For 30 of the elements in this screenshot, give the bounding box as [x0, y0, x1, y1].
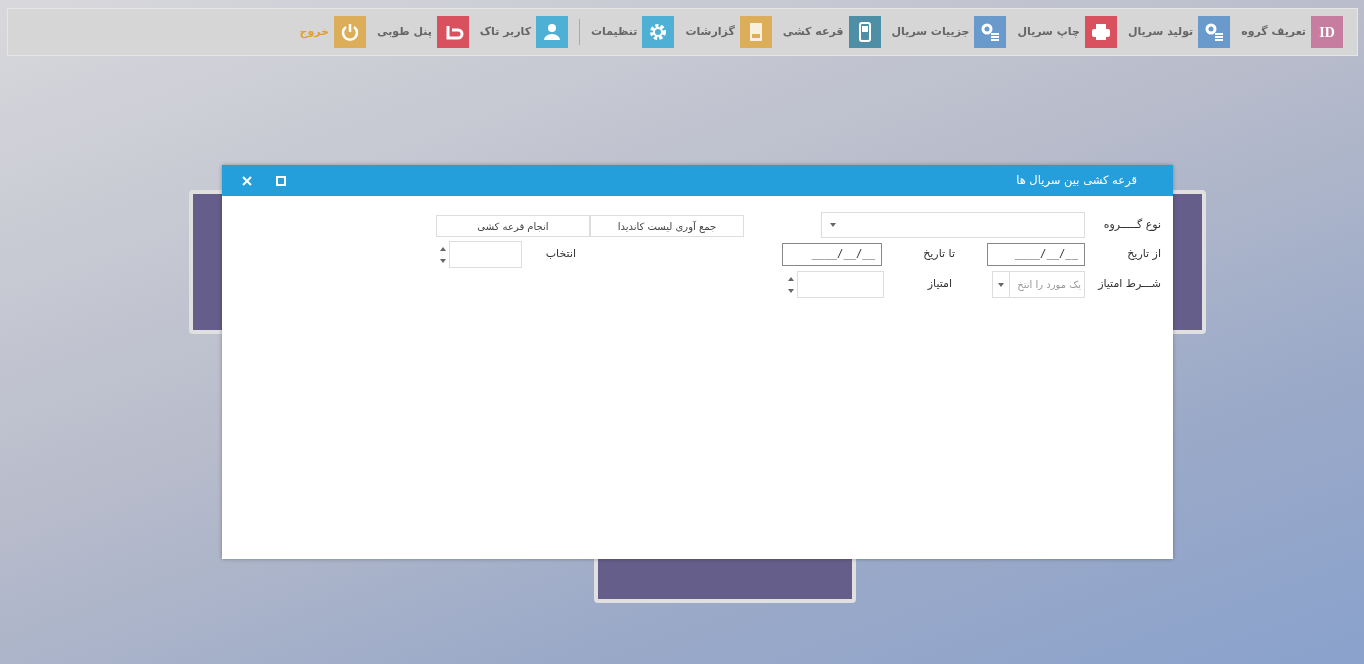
spinner-arrows-icon[interactable]: [788, 275, 794, 294]
toolbar-item[interactable]: چاپ سریال: [1017, 16, 1117, 48]
toolbar-item[interactable]: کاربر تاک: [479, 16, 569, 48]
dialog-title: قرعه کشی بین سریال ها: [1016, 171, 1137, 189]
date-field[interactable]: ____/__/__: [987, 243, 1085, 266]
caret-icon: [830, 223, 836, 227]
toolbar-item[interactable]: پنل طوبی: [377, 16, 469, 48]
number-field[interactable]: [797, 271, 884, 298]
field-label: انتخاب: [544, 246, 577, 263]
date-field[interactable]: ____/__/__: [782, 243, 882, 266]
toolbar-item[interactable]: تنظیمات: [591, 16, 675, 48]
close-icon: [242, 175, 252, 186]
id-card-icon: ID: [1311, 16, 1343, 48]
select-placeholder: یک مورد را انتخ: [1009, 272, 1084, 297]
maximize-icon: [276, 175, 286, 186]
score-condition-select[interactable]: یک مورد را انتخ: [992, 271, 1085, 298]
action-button[interactable]: انجام قرعه کشی: [436, 215, 590, 237]
toolbar-item[interactable]: تولید سریال: [1127, 16, 1231, 48]
field-label: از تاریخ: [1126, 246, 1161, 263]
number-field[interactable]: [449, 241, 522, 268]
field-label: امتیاز: [926, 276, 953, 293]
action-button[interactable]: جمع آوری لیست کاندیدا: [590, 215, 744, 237]
toolbar-item[interactable]: جزییات سریال: [891, 16, 1007, 48]
toolbar-item[interactable]: گزارشات: [685, 16, 772, 48]
toolbar-item[interactable]: قرعه کشی: [782, 16, 881, 48]
field-label: تا تاریخ: [922, 246, 956, 263]
field-label: نوع گـــــروه: [1102, 216, 1161, 233]
spinner-arrows-icon[interactable]: [440, 245, 446, 264]
field-label: شـــرط امتیاز: [1096, 276, 1161, 293]
caret-icon: [998, 282, 1004, 287]
